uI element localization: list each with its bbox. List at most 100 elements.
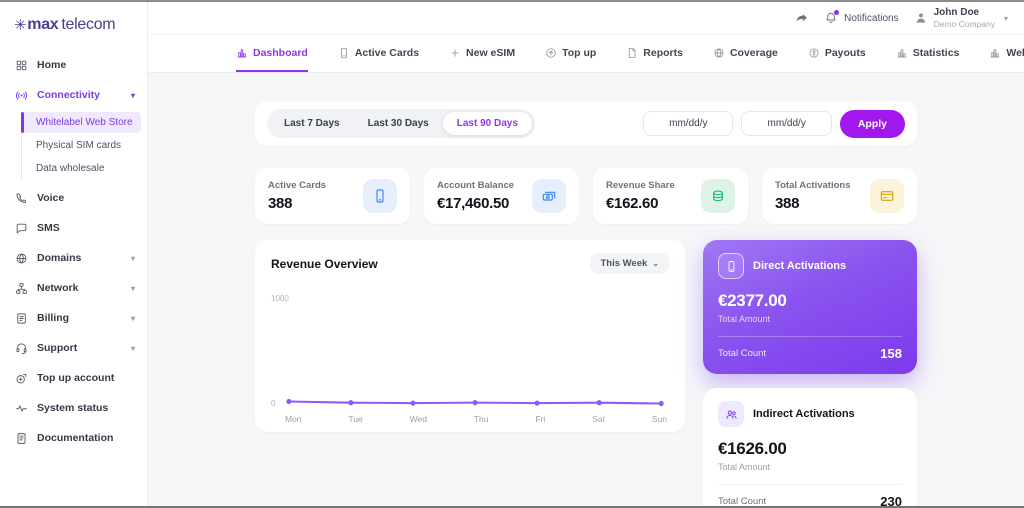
sidebar-subitem-whitelabel-web-store[interactable]: Whitelabel Web Store bbox=[21, 112, 141, 133]
sidebar-item-domains[interactable]: Domains ▾ bbox=[0, 243, 147, 273]
tab-label: Active Cards bbox=[354, 46, 420, 59]
tab-coverage[interactable]: Coverage bbox=[713, 35, 778, 72]
bottom-row: Revenue Overview This Week ⌄ 1000 0 Mon T… bbox=[255, 240, 917, 507]
sidebar-item-sms[interactable]: SMS bbox=[0, 213, 147, 243]
billing-doc-icon bbox=[15, 312, 28, 325]
sidebar-item-documentation[interactable]: Documentation bbox=[0, 423, 147, 453]
date-to-input[interactable]: mm/dd/y bbox=[741, 111, 832, 136]
app-window: ✳ max telecom Home Connectivity ▾ Whitelabel … bbox=[0, 0, 1024, 508]
users-icon bbox=[718, 401, 744, 427]
period-select[interactable]: This Week ⌄ bbox=[590, 253, 669, 274]
sidebar-item-label: Billing bbox=[37, 312, 70, 324]
date-range-segmented-control: Last 7 Days Last 30 Days Last 90 Days bbox=[267, 109, 535, 138]
sidebar-item-label: Home bbox=[37, 59, 67, 71]
brand-logo[interactable]: ✳ max telecom bbox=[0, 2, 147, 50]
voice-phone-icon bbox=[15, 192, 28, 205]
range-button-last-90-days[interactable]: Last 90 Days bbox=[442, 112, 532, 135]
calendar-picker-icon[interactable] bbox=[812, 118, 823, 129]
sidebar-item-label: Network bbox=[37, 282, 79, 294]
tab-active-cards[interactable]: Active Cards bbox=[338, 35, 419, 72]
x-axis-labels: Mon Tue Wed Thu Fri Sat Sun bbox=[285, 414, 667, 424]
sim-card-icon bbox=[338, 47, 350, 59]
indirect-count-label: Total Count bbox=[718, 496, 767, 507]
user-menu[interactable]: John Doe Demo Company ▾ bbox=[914, 7, 1008, 29]
filter-card: Last 7 Days Last 30 Days Last 90 Days mm/d… bbox=[255, 101, 917, 146]
sidebar-subitem-data-wholesale[interactable]: Data wholesale bbox=[22, 158, 141, 179]
sidebar-item-billing[interactable]: Billing ▾ bbox=[0, 303, 147, 333]
tab-label: New eSIM bbox=[466, 46, 516, 59]
activations-column: Direct Activations €2377.00 Total Amount… bbox=[703, 240, 917, 507]
main-area: Notifications John Doe Demo Company ▾ Da… bbox=[148, 2, 1024, 506]
user-name: John Doe bbox=[933, 6, 980, 18]
x-tick-label: Sat bbox=[592, 414, 605, 424]
sidebar-item-label: Connectivity bbox=[37, 89, 101, 101]
page-tabs: Dashboard Active Cards New eSIM Top up Repor… bbox=[148, 35, 1024, 73]
phone-icon bbox=[363, 179, 397, 213]
tab-label: Payouts bbox=[824, 46, 866, 59]
range-button-last-30-days[interactable]: Last 30 Days bbox=[354, 112, 443, 135]
calendar-icon bbox=[750, 118, 761, 129]
tab-label: Web Analytics bbox=[1006, 46, 1024, 59]
notification-badge-dot bbox=[834, 10, 840, 15]
sidebar-subitem-physical-sim-cards[interactable]: Physical SIM cards bbox=[22, 135, 141, 156]
direct-activations-title: Direct Activations bbox=[753, 260, 847, 272]
tab-web-analytics[interactable]: Web Analytics bbox=[989, 35, 1024, 72]
top-utility-bar: Notifications John Doe Demo Company ▾ bbox=[148, 2, 1024, 35]
notifications-button[interactable]: Notifications bbox=[824, 10, 899, 25]
globe-icon bbox=[713, 47, 725, 59]
plus-icon bbox=[449, 47, 461, 59]
revenue-line-chart: 1000 0 Mon Tue Wed Thu Fri Sat Sun bbox=[271, 294, 669, 424]
tab-payouts[interactable]: Payouts bbox=[808, 35, 866, 72]
notifications-label: Notifications bbox=[844, 12, 899, 24]
x-tick-label: Fri bbox=[535, 414, 546, 424]
upload-circle-icon bbox=[545, 47, 557, 59]
tab-dashboard[interactable]: Dashboard bbox=[236, 35, 308, 72]
calendar-picker-icon[interactable] bbox=[713, 118, 724, 129]
apply-button[interactable]: Apply bbox=[839, 109, 905, 138]
sidebar-item-voice[interactable]: Voice bbox=[0, 183, 147, 213]
stat-label: Revenue Share bbox=[606, 180, 675, 191]
share-arrow-icon[interactable] bbox=[795, 11, 809, 25]
sidebar-item-support[interactable]: Support ▾ bbox=[0, 333, 147, 363]
stat-label: Total Activations bbox=[775, 180, 851, 191]
chevron-down-icon: ⌄ bbox=[652, 259, 659, 268]
network-icon bbox=[15, 282, 28, 295]
home-grid-icon bbox=[15, 59, 28, 72]
y-axis-min-label: 0 bbox=[271, 399, 276, 408]
sidebar-item-top-up-account[interactable]: Top up account bbox=[0, 363, 147, 393]
indirect-activations-card: Indirect Activations €1626.00 Total Amou… bbox=[703, 388, 917, 507]
sidebar-item-label: System status bbox=[37, 402, 109, 414]
sidebar-item-system-status[interactable]: System status bbox=[0, 393, 147, 423]
tab-label: Coverage bbox=[729, 46, 778, 59]
tab-top-up[interactable]: Top up bbox=[545, 35, 596, 72]
sidebar-item-network[interactable]: Network ▾ bbox=[0, 273, 147, 303]
direct-amount-label: Total Amount bbox=[718, 314, 771, 324]
tab-statistics[interactable]: Statistics bbox=[896, 35, 960, 72]
chevron-down-icon: ▾ bbox=[130, 283, 135, 293]
date-filter-group: mm/dd/y mm/dd/y Apply bbox=[643, 109, 905, 138]
stat-value: €162.60 bbox=[606, 195, 659, 212]
tab-reports[interactable]: Reports bbox=[626, 35, 683, 72]
chart-bar-icon bbox=[896, 47, 908, 59]
sidebar-item-home[interactable]: Home bbox=[0, 50, 147, 80]
sunburst-logo-icon: ✳ bbox=[14, 17, 27, 34]
support-headset-icon bbox=[15, 342, 28, 355]
tab-new-esim[interactable]: New eSIM bbox=[449, 35, 515, 72]
sidebar-item-connectivity[interactable]: Connectivity ▾ bbox=[0, 80, 147, 110]
tab-label: Statistics bbox=[912, 46, 960, 59]
chart-bar-icon bbox=[236, 47, 248, 59]
banknotes-icon bbox=[532, 179, 566, 213]
date-from-placeholder: mm/dd/y bbox=[669, 118, 708, 129]
date-from-input[interactable]: mm/dd/y bbox=[643, 111, 734, 136]
user-company: Demo Company bbox=[933, 18, 995, 29]
brand-name-light: telecom bbox=[61, 16, 116, 33]
brand-name-bold: max bbox=[27, 16, 59, 33]
sidebar-item-label: SMS bbox=[37, 222, 60, 234]
direct-total-amount: €2377.00 bbox=[718, 291, 787, 310]
range-button-last-7-days[interactable]: Last 7 Days bbox=[270, 112, 354, 135]
stat-card-revenue-share: Revenue Share €162.60 bbox=[593, 168, 748, 224]
tab-label: Top up bbox=[562, 46, 597, 59]
chevron-down-icon: ▾ bbox=[130, 313, 135, 323]
domains-globe-icon bbox=[15, 252, 28, 265]
period-label: This Week bbox=[600, 258, 648, 269]
